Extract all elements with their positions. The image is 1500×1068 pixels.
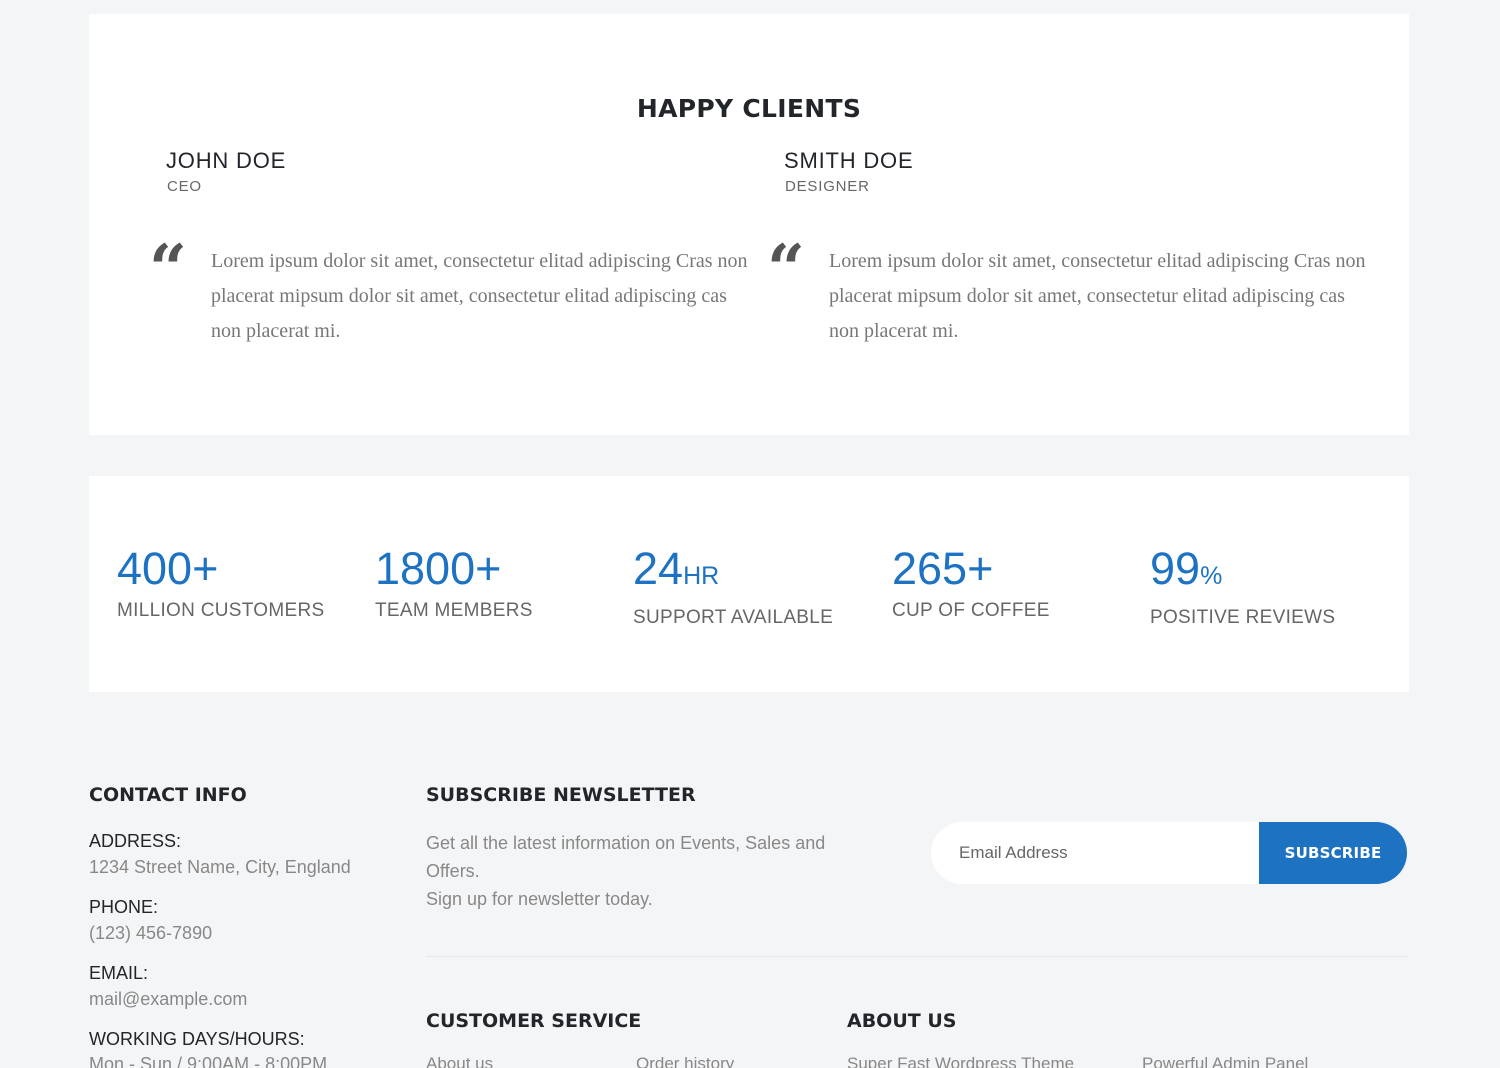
- counter-label: MILLION CUSTOMERS: [117, 600, 325, 621]
- counter-value: 1800+: [375, 543, 502, 594]
- testimonial-quote: Lorem ipsum dolor sit amet, consectetur …: [829, 250, 1366, 342]
- address-value: 1234 Street Name, City, England: [89, 857, 351, 877]
- subscribe-form: SUBSCRIBE: [931, 822, 1407, 884]
- counter-value: 99%: [1150, 543, 1223, 594]
- address-label: ADDRESS:: [89, 831, 182, 851]
- newsletter-description: Get all the latest information on Events…: [426, 829, 876, 913]
- quote-icon: “: [149, 230, 187, 308]
- counter-value: 400+: [117, 543, 219, 594]
- newsletter-text-line: Get all the latest information on Events…: [426, 833, 826, 881]
- testimonial-name: SMITH DOE: [784, 148, 914, 173]
- footer-divider: [426, 956, 1408, 957]
- subscribe-button[interactable]: SUBSCRIBE: [1259, 822, 1407, 884]
- testimonial-name: JOHN DOE: [166, 148, 287, 173]
- testimonial-role: CEO: [167, 178, 202, 195]
- counter-team: 1800+ TEAM MEMBERS: [375, 542, 615, 622]
- testimonials-title: HAPPY CLIENTS: [636, 94, 862, 123]
- phone-label: PHONE:: [89, 897, 159, 917]
- counter-value: 24HR: [633, 543, 720, 594]
- footer-link-order-history[interactable]: Order history: [636, 1054, 734, 1068]
- about-us-heading: ABOUT US: [847, 1010, 957, 1032]
- quote-icon: “: [767, 230, 805, 308]
- footer-link-wordpress-theme[interactable]: Super Fast Wordpress Theme: [847, 1054, 1074, 1068]
- phone-link[interactable]: (123) 456-7890: [89, 923, 212, 944]
- testimonial-quote: Lorem ipsum dolor sit amet, consectetur …: [211, 250, 748, 342]
- counter-coffee: 265+ CUP OF COFFEE: [892, 542, 1132, 622]
- counter-reviews: 99% POSITIVE REVIEWS: [1150, 542, 1390, 629]
- counters-section: 400+ MILLION CUSTOMERS 1800+ TEAM MEMBER…: [89, 476, 1409, 692]
- testimonial-role: DESIGNER: [785, 178, 870, 195]
- counter-unit: HR: [683, 562, 720, 590]
- testimonials-section: HAPPY CLIENTS JOHN DOE CEO “ Lorem ipsum…: [89, 14, 1409, 435]
- counter-label: TEAM MEMBERS: [375, 600, 533, 621]
- hours-label: WORKING DAYS/HOURS:: [89, 1029, 305, 1049]
- newsletter-heading: SUBSCRIBE NEWSLETTER: [426, 784, 696, 806]
- email-label: EMAIL:: [89, 963, 149, 983]
- counter-unit: %: [1200, 562, 1223, 590]
- counter-unit: +: [967, 543, 994, 594]
- customer-service-heading: CUSTOMER SERVICE: [426, 1010, 642, 1032]
- newsletter-text-line: Sign up for newsletter today.: [426, 889, 653, 909]
- newsletter-email-input[interactable]: [931, 822, 1259, 884]
- counter-value: 265+: [892, 543, 994, 594]
- counter-label: CUP OF COFFEE: [892, 600, 1050, 621]
- email-link[interactable]: mail@example.com: [89, 989, 247, 1010]
- contact-info-heading: CONTACT INFO: [89, 784, 247, 806]
- footer-link-about-us[interactable]: About us: [426, 1054, 493, 1068]
- counter-customers: 400+ MILLION CUSTOMERS: [117, 542, 357, 622]
- counter-label: POSITIVE REVIEWS: [1150, 607, 1336, 628]
- counter-support: 24HR SUPPORT AVAILABLE: [633, 542, 873, 629]
- counter-label: SUPPORT AVAILABLE: [633, 607, 834, 628]
- hours-value: Mon - Sun / 9:00AM - 8:00PM: [89, 1054, 328, 1068]
- footer-link-admin-panel[interactable]: Powerful Admin Panel: [1142, 1054, 1308, 1068]
- counter-unit: +: [475, 543, 502, 594]
- counter-unit: +: [192, 543, 219, 594]
